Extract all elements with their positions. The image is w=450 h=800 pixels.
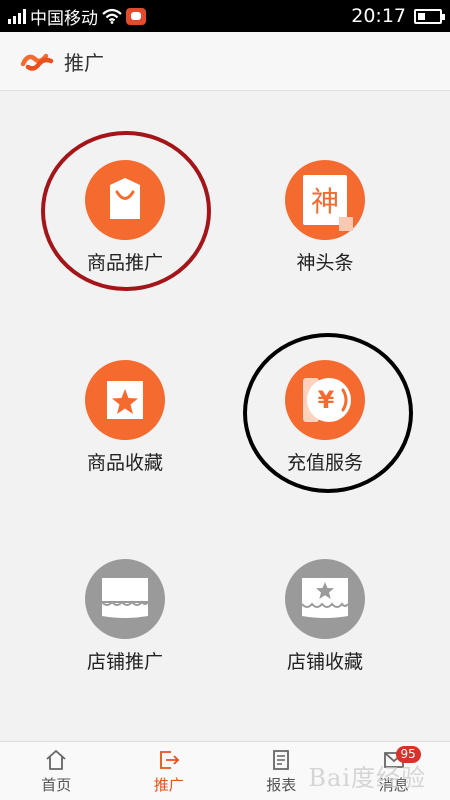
menu-item-label: 神头条 [296,252,354,274]
carrier-name: 中国移动 [30,8,98,29]
menu-item-store-promotion[interactable]: 店铺推广 [45,559,205,689]
status-left: 中国移动 [8,4,146,29]
menu-item-store-favorites[interactable]: 店铺收藏 [245,559,405,689]
tab-label: 首页 [41,775,72,794]
notification-icon [126,7,146,25]
status-bar: 中国移动 20:17 [0,0,450,32]
bottom-tab-bar: 首页 推广 报表 消息 95 [0,741,450,800]
tab-promotion[interactable]: 推广 [113,742,226,800]
status-right: 20:17 [351,5,445,27]
menu-item-headline[interactable]: 神 神头条 [245,160,405,290]
app-logo-icon [20,53,54,71]
message-count-badge: 95 [395,746,421,763]
report-icon [273,749,290,770]
menu-item-label: 充值服务 [286,452,363,474]
tab-home[interactable]: 首页 [0,742,113,800]
storefront-star-icon [285,559,365,639]
menu-item-recharge-service[interactable]: ¥ 充值服务 [245,360,405,490]
storefront-icon [85,559,165,639]
wifi-icon [102,8,122,24]
star-box-icon [85,360,165,440]
yuan-symbol: ¥ [317,386,335,414]
menu-item-product-promotion[interactable]: 商品推广 [45,160,205,290]
tab-report[interactable]: 报表 [225,742,338,800]
headline-icon: 神 [285,160,365,240]
signal-icon [8,8,26,24]
menu-item-product-favorites[interactable]: 商品收藏 [45,360,205,490]
tab-label: 消息 [378,775,409,794]
tab-label: 推广 [153,775,184,794]
headline-icon-text: 神 [310,185,339,218]
page-title: 推广 [64,50,104,75]
home-icon [46,749,66,770]
share-icon [159,750,180,769]
tab-messages[interactable]: 消息 95 [338,742,450,800]
yuan-coin-icon: ¥ [285,360,365,440]
battery-icon [414,8,445,24]
menu-item-label: 商品收藏 [86,452,163,474]
shopping-bag-icon [85,160,165,240]
menu-item-label: 店铺推广 [86,651,163,673]
menu-item-label: 店铺收藏 [286,651,363,673]
menu-item-label: 商品推广 [86,252,163,274]
app-header: 推广 [0,32,450,91]
clock: 20:17 [351,5,406,27]
tab-label: 报表 [266,775,297,794]
